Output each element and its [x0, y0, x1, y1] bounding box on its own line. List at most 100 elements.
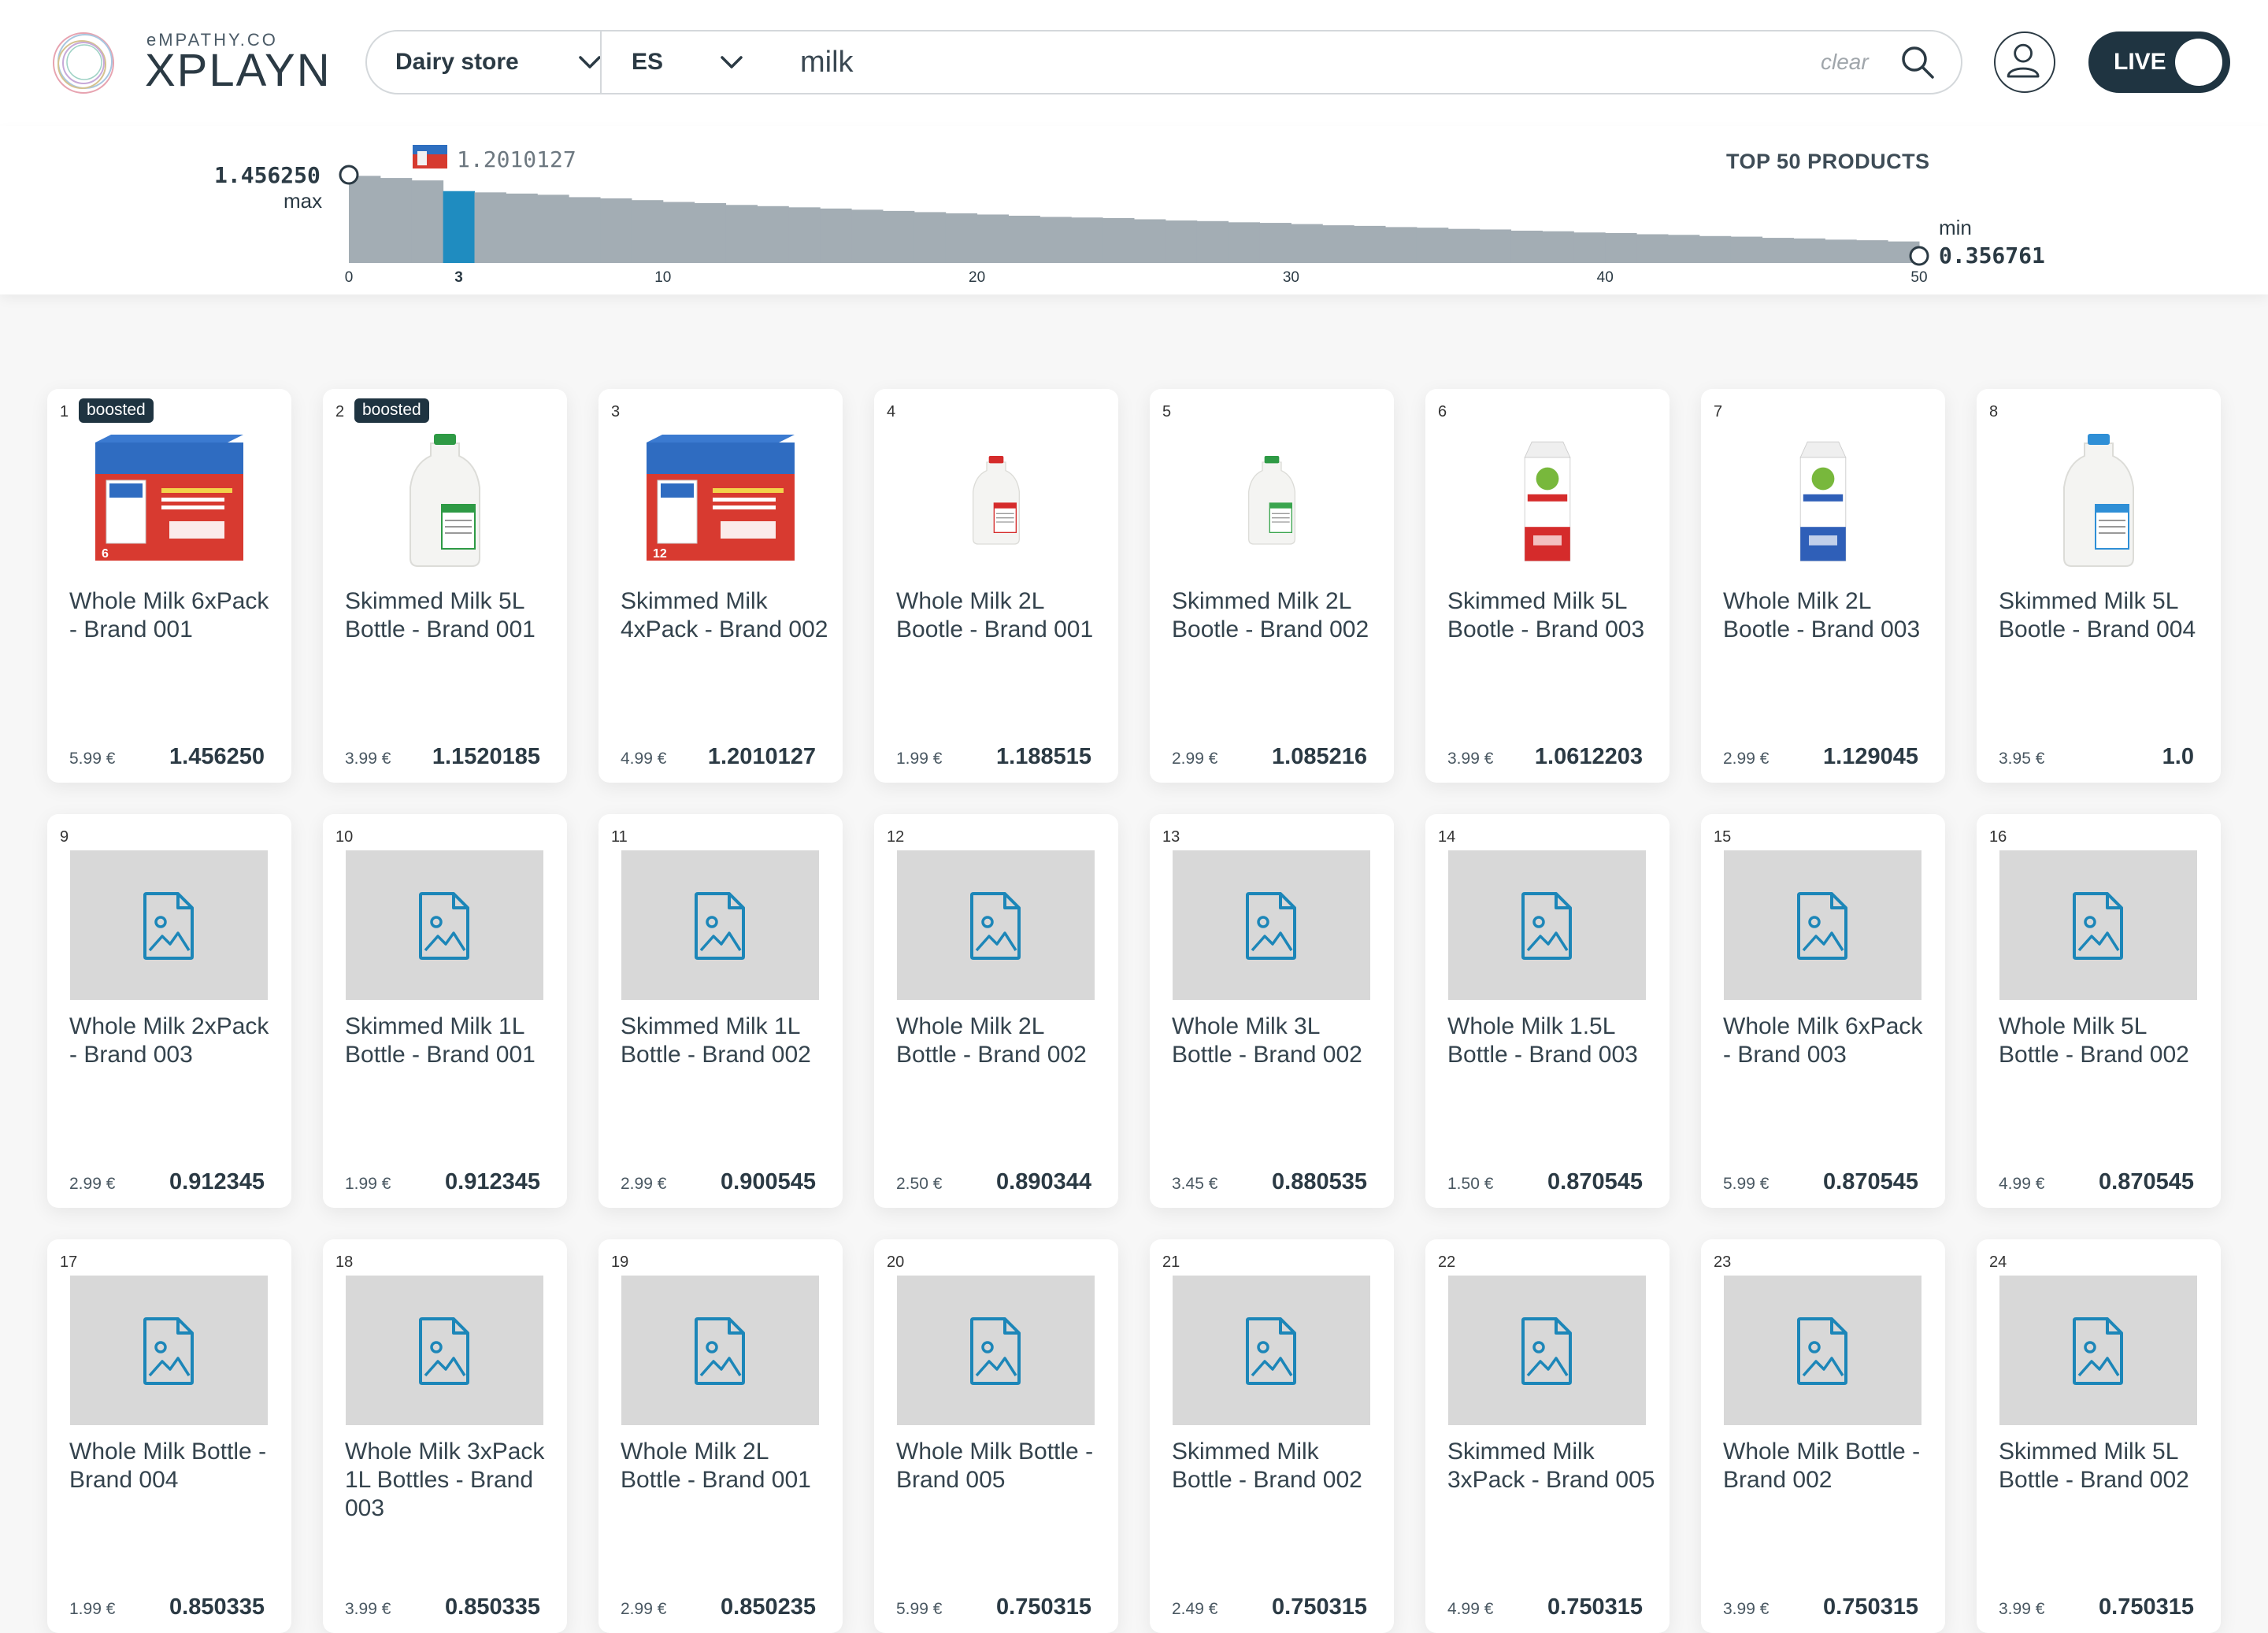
store-select-value: Dairy store: [395, 49, 519, 75]
chart-bar[interactable]: [1636, 234, 1669, 263]
product-rank: 3: [611, 403, 621, 420]
chart-bar[interactable]: [1228, 222, 1261, 263]
chart-bar[interactable]: [1040, 217, 1072, 263]
chart-bar[interactable]: [694, 203, 727, 263]
chart-bar[interactable]: [1165, 220, 1198, 263]
chart-bar[interactable]: [1134, 219, 1166, 263]
product-image-placeholder: [621, 1276, 819, 1425]
chart-bar[interactable]: [851, 209, 884, 263]
x-tick-label: 20: [969, 269, 985, 286]
chart-bar[interactable]: [725, 205, 758, 263]
chart-bar[interactable]: [1856, 240, 1888, 263]
chart-bar[interactable]: [506, 193, 538, 263]
chart-bar[interactable]: [1730, 236, 1763, 263]
chart-bar[interactable]: [1416, 228, 1449, 263]
search-icon[interactable]: [1899, 44, 1936, 80]
chart-bar[interactable]: [1699, 235, 1732, 263]
product-image: [1173, 425, 1370, 575]
chart-bar[interactable]: [411, 180, 444, 263]
chart-bar[interactable]: [600, 198, 632, 263]
product-card[interactable]: 20 Whole Milk Bottle - Brand 005 5.99 € …: [874, 1239, 1118, 1633]
chart-bar[interactable]: [1762, 238, 1794, 263]
product-title: Whole Milk 6xPack - Brand 003: [1723, 1013, 1923, 1068]
chart-bar[interactable]: [1573, 232, 1606, 263]
chart-bar[interactable]: [1322, 225, 1354, 263]
max-handle[interactable]: [339, 165, 359, 185]
chart-bar[interactable]: [1447, 228, 1480, 263]
chart-bar[interactable]: [1102, 218, 1135, 263]
product-card[interactable]: 19 Whole Milk 2L Bottle - Brand 001 2.99…: [598, 1239, 843, 1633]
chart-bar[interactable]: [757, 206, 789, 263]
svg-text:12: 12: [653, 547, 667, 561]
product-card[interactable]: 1 boosted 6 Whole Milk 6xPack - Brand 00…: [47, 389, 291, 783]
min-handle[interactable]: [1909, 246, 1929, 266]
highlight-thumbnail: [411, 140, 449, 170]
chart-bar[interactable]: [1605, 233, 1637, 263]
chart-bar[interactable]: [474, 192, 506, 263]
product-price: 3.99 €: [345, 750, 391, 768]
product-card[interactable]: 17 Whole Milk Bottle - Brand 004 1.99 € …: [47, 1239, 291, 1633]
chart-bar[interactable]: [1667, 235, 1700, 263]
search-bar: Dairy store ES milk clear: [365, 30, 1962, 94]
product-rank: 10: [335, 828, 354, 846]
product-card[interactable]: 24 Skimmed Milk 5L Bottle - Brand 002 3.…: [1977, 1239, 2221, 1633]
product-card[interactable]: 5 Skimmed Milk 2L Bootle - Brand 002 2.9…: [1150, 389, 1394, 783]
chart-bar[interactable]: [1479, 229, 1512, 263]
chart-bar[interactable]: [788, 207, 821, 263]
product-rank: 9: [60, 828, 69, 846]
chart-bar[interactable]: [882, 210, 915, 263]
user-button[interactable]: [1994, 31, 2055, 93]
chart-bar-highlight[interactable]: [443, 191, 476, 263]
chart-bar[interactable]: [1071, 217, 1103, 263]
chart-bar[interactable]: [380, 178, 413, 263]
chart-bar[interactable]: [1510, 230, 1543, 263]
product-card[interactable]: 11 Skimmed Milk 1L Bottle - Brand 002 2.…: [598, 814, 843, 1208]
product-card[interactable]: 9 Whole Milk 2xPack - Brand 003 2.99 € 0…: [47, 814, 291, 1208]
chart-bar[interactable]: [1196, 220, 1229, 263]
chart-bar[interactable]: [1825, 239, 1857, 263]
chart-bar[interactable]: [1542, 231, 1574, 263]
product-card[interactable]: 14 Whole Milk 1.5L Bottle - Brand 003 1.…: [1425, 814, 1670, 1208]
chart-bar[interactable]: [662, 202, 695, 263]
live-toggle[interactable]: LIVE: [2088, 31, 2230, 93]
product-card[interactable]: 2 boosted Skimmed Milk 5L Bottle - Brand…: [323, 389, 567, 783]
product-card[interactable]: 13 Whole Milk 3L Bottle - Brand 002 3.45…: [1150, 814, 1394, 1208]
product-card[interactable]: 21 Skimmed Milk Bottle - Brand 002 2.49 …: [1150, 1239, 1394, 1633]
product-card[interactable]: 23 Whole Milk Bottle - Brand 002 3.99 € …: [1701, 1239, 1945, 1633]
chart-bar[interactable]: [1291, 224, 1323, 263]
product-rank: 1: [60, 403, 69, 420]
chart-bar[interactable]: [1259, 223, 1292, 263]
product-card[interactable]: 18 Whole Milk 3xPack 1L Bottles - Brand …: [323, 1239, 567, 1633]
chart-bar[interactable]: [945, 213, 978, 263]
store-select[interactable]: Dairy store: [395, 31, 601, 93]
product-score: 1.1520185: [432, 744, 540, 769]
chart-bar[interactable]: [976, 214, 1009, 263]
product-card[interactable]: 4 Whole Milk 2L Bootle - Brand 001 1.99 …: [874, 389, 1118, 783]
product-card[interactable]: 6 Skimmed Milk 5L Bootle - Brand 003 3.9…: [1425, 389, 1670, 783]
chart-bar[interactable]: [569, 197, 601, 263]
product-score: 0.750315: [1823, 1594, 1918, 1620]
clear-button[interactable]: clear: [1821, 31, 1869, 93]
product-card[interactable]: 22 Skimmed Milk 3xPack - Brand 005 4.99 …: [1425, 1239, 1670, 1633]
chart-bar[interactable]: [537, 194, 569, 263]
chart-bar[interactable]: [1793, 238, 1825, 263]
product-card[interactable]: 10 Skimmed Milk 1L Bottle - Brand 001 1.…: [323, 814, 567, 1208]
search-input[interactable]: milk: [800, 31, 854, 93]
product-card[interactable]: 8 Skimmed Milk 5L Bootle - Brand 004 3.9…: [1977, 389, 2221, 783]
product-image: 6: [70, 425, 268, 575]
svg-text:6: 6: [102, 547, 109, 561]
chevron-down-icon: [721, 56, 743, 69]
product-card[interactable]: 16 Whole Milk 5L Bottle - Brand 002 4.99…: [1977, 814, 2221, 1208]
language-select[interactable]: ES: [632, 31, 781, 93]
product-card[interactable]: 7 Whole Milk 2L Bootle - Brand 003 2.99 …: [1701, 389, 1945, 783]
product-card[interactable]: 15 Whole Milk 6xPack - Brand 003 5.99 € …: [1701, 814, 1945, 1208]
chart-bar[interactable]: [631, 200, 664, 263]
product-card[interactable]: 3 12 Skimmed Milk 4xPack - Brand 002 4.9…: [598, 389, 843, 783]
chart-bar[interactable]: [1385, 227, 1418, 263]
chart-bar[interactable]: [914, 212, 947, 263]
chart-bar[interactable]: [1008, 215, 1040, 263]
product-card[interactable]: 12 Whole Milk 2L Bottle - Brand 002 2.50…: [874, 814, 1118, 1208]
chart-bar[interactable]: [349, 176, 381, 263]
chart-bar[interactable]: [820, 208, 852, 263]
chart-bar[interactable]: [1354, 225, 1386, 263]
